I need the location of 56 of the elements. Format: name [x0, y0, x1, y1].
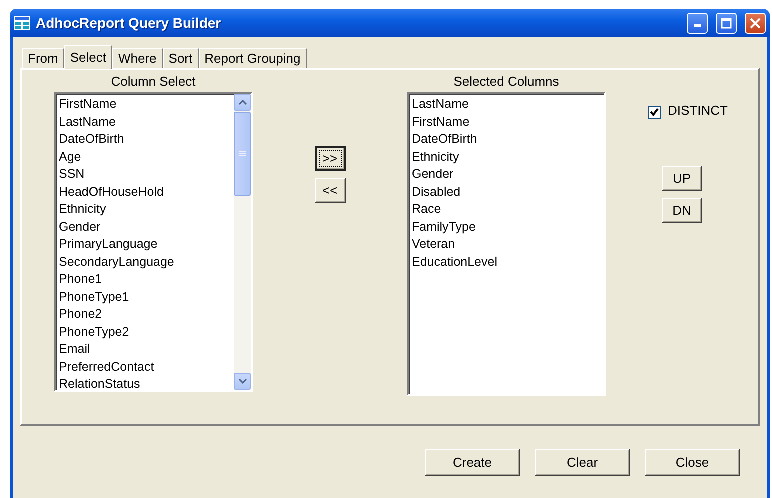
list-item[interactable]: Email — [59, 341, 231, 358]
list-label: Selected Columns — [454, 74, 560, 91]
order-button[interactable]: UP — [662, 166, 702, 191]
distinct-checkbox[interactable] — [648, 106, 661, 118]
list-item[interactable]: Phone1 — [59, 271, 231, 288]
list-item[interactable]: Race — [412, 201, 601, 218]
table-icon — [14, 16, 30, 30]
list-item[interactable]: RelationStatus — [59, 376, 231, 394]
list-item[interactable]: HeadOfHouseHold — [59, 184, 231, 201]
list-item[interactable]: FirstName — [412, 114, 601, 131]
list-item[interactable]: SSN — [59, 166, 231, 184]
move-button[interactable]: << — [314, 178, 346, 203]
list-item[interactable]: Veteran — [412, 236, 601, 254]
list-item[interactable]: EducationLevel — [412, 254, 601, 271]
tab[interactable]: Report Grouping — [198, 48, 307, 68]
list-item[interactable]: Ethnicity — [412, 148, 601, 166]
list-item[interactable]: Gender — [59, 218, 231, 236]
list-item[interactable]: DateOfBirth — [59, 131, 231, 148]
list-item[interactable]: Disabled — [412, 184, 601, 201]
tab[interactable]: Sort — [162, 48, 199, 68]
minimize-button[interactable] — [687, 12, 708, 34]
scroll-bar[interactable] — [234, 94, 251, 390]
list-item[interactable]: Gender — [412, 166, 601, 184]
list-item[interactable]: FamilyType — [412, 218, 601, 236]
list-item[interactable]: DateOfBirth — [412, 131, 601, 148]
maximize-button[interactable] — [716, 12, 737, 34]
order-button[interactable]: DN — [662, 198, 702, 223]
close-icon — [750, 18, 761, 28]
list-item[interactable]: PhoneType1 — [59, 288, 231, 306]
window-title: AdhocReport Query Builder — [36, 15, 222, 31]
list-item[interactable]: Age — [59, 148, 231, 166]
list-item[interactable]: LastName — [412, 96, 601, 114]
list-item[interactable]: Phone2 — [59, 306, 231, 324]
list-item[interactable]: SecondaryLanguage — [59, 254, 231, 271]
list-item[interactable]: FirstName — [59, 96, 231, 114]
tab[interactable]: Select — [64, 45, 112, 69]
dialog-button[interactable]: Create — [425, 449, 520, 476]
column-list[interactable]: FirstName LastName DateOfBirth Age SSN HeadOfHouseHold Ethnicity Gender PrimaryLanguage SecondaryLanguage Phone1 PhoneType1 Phone2 PhoneType2 Email PreferredContact RelationStatus — [54, 92, 253, 392]
scroll-thumb[interactable] — [234, 112, 251, 196]
list-item[interactable]: PrimaryLanguage — [59, 236, 231, 254]
maximize-icon — [721, 18, 732, 28]
list-label: Column Select — [111, 74, 196, 91]
list-item[interactable]: PreferredContact — [59, 358, 231, 376]
tab[interactable]: Where — [112, 48, 163, 68]
dialog-button[interactable]: Close — [645, 449, 740, 476]
list-item[interactable]: Ethnicity — [59, 201, 231, 218]
dialog-button[interactable]: Clear — [535, 449, 630, 476]
tab[interactable]: From — [22, 48, 64, 68]
list-item[interactable]: PhoneType2 — [59, 324, 231, 341]
selected-list[interactable]: LastName FirstName DateOfBirth Ethnicity Gender Disabled Race FamilyType Veteran EducationLevel — [407, 92, 606, 396]
list-item[interactable]: LastName — [59, 114, 231, 131]
scroll-down-icon[interactable] — [234, 373, 251, 390]
checkbox-label: DISTINCT — [668, 103, 728, 120]
scroll-up-icon[interactable] — [234, 94, 251, 111]
close-button[interactable] — [745, 12, 766, 34]
move-button[interactable]: >> — [314, 146, 346, 171]
